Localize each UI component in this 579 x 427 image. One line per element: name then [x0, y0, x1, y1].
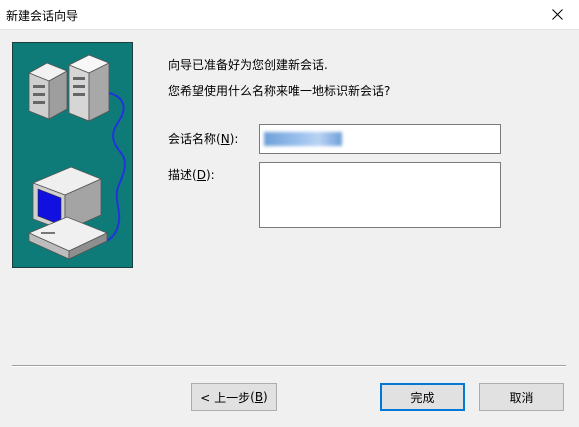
close-button[interactable]: [535, 0, 579, 29]
session-name-input[interactable]: ████████: [259, 124, 501, 154]
back-button-mnemonic: B: [254, 390, 264, 404]
session-name-label: 会话名称(N):: [168, 132, 239, 146]
title-bar: 新建会话向导: [0, 0, 579, 30]
intro-line-2: 您希望使用什么名称来唯一地标识新会话?: [168, 84, 391, 98]
description-input[interactable]: [259, 162, 501, 228]
divider: [12, 365, 566, 367]
session-name-label-text: 会话名称: [168, 132, 217, 146]
cancel-button[interactable]: 取消: [479, 383, 564, 411]
description-label-text: 描述: [168, 168, 193, 182]
window-title: 新建会话向导: [6, 9, 79, 23]
wizard-illustration: [12, 42, 133, 268]
session-name-mnemonic: N: [220, 132, 230, 146]
finish-button[interactable]: 完成: [380, 383, 465, 411]
back-button-label: < 上一步: [200, 390, 251, 405]
description-label: 描述(D):: [168, 168, 215, 182]
description-mnemonic: D: [196, 168, 206, 182]
intro-line-1: 向导已准备好为您创建新会话.: [168, 58, 328, 72]
close-icon: [551, 9, 563, 20]
finish-button-label: 完成: [410, 390, 435, 405]
intro-text: 向导已准备好为您创建新会话. 您希望使用什么名称来唯一地标识新会话?: [168, 52, 390, 104]
cancel-button-label: 取消: [509, 390, 534, 405]
network-computers-icon: [27, 54, 126, 260]
session-name-value: ████████: [264, 132, 342, 146]
back-button[interactable]: < 上一步(B): [191, 383, 277, 411]
